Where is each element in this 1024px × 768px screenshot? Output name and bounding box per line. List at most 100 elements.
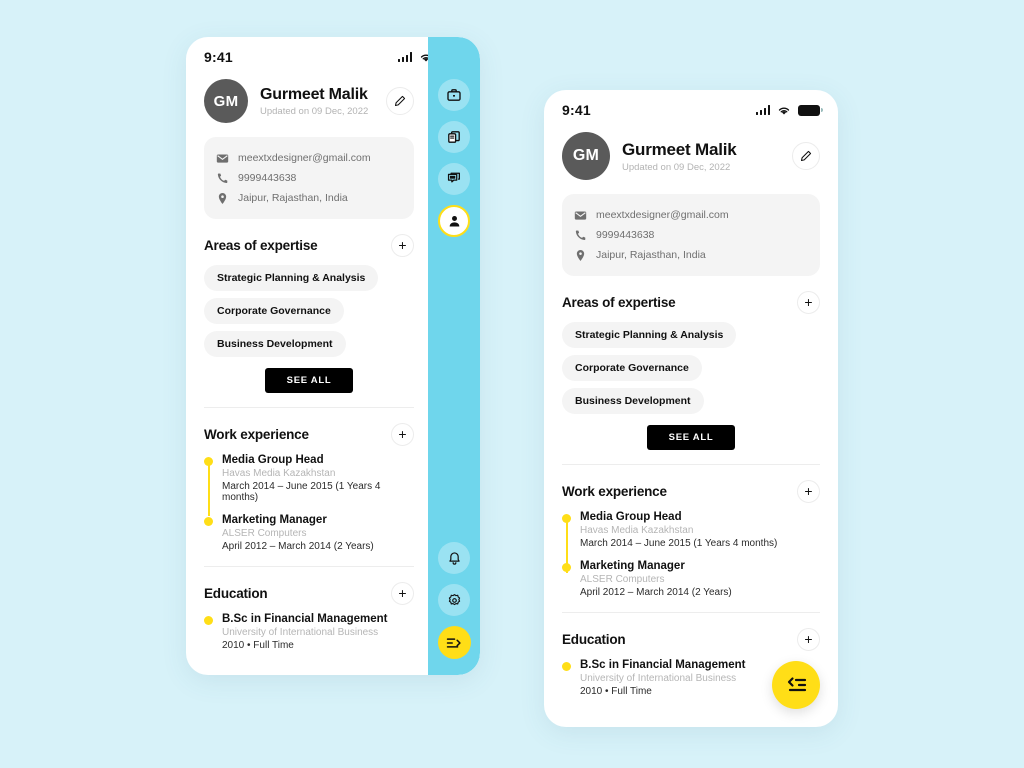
section-header-work: Work experience + — [204, 423, 414, 446]
contact-row-location[interactable]: Jaipur, Rajasthan, India — [216, 188, 402, 208]
sidebar-item-profile[interactable] — [438, 205, 470, 237]
section-header-expertise: Areas of expertise + — [562, 291, 820, 314]
add-work-button[interactable]: + — [391, 423, 414, 446]
education-degree: B.Sc in Financial Management — [222, 613, 388, 625]
expertise-chip-list: Strategic Planning & Analysis Corporate … — [562, 322, 820, 421]
collapse-sidebar-fab[interactable] — [772, 661, 820, 709]
see-all-button[interactable]: SEE ALL — [264, 368, 354, 393]
section-title-work: Work experience — [562, 484, 667, 499]
contact-email: meextxdesigner@gmail.com — [596, 209, 729, 221]
canvas: 9:41 GM Gurmeet Malik Updated on 09 Dec,… — [0, 0, 1024, 768]
chat-bubble-icon — [447, 172, 460, 183]
work-period: April 2012 – March 2014 (2 Years) — [580, 587, 732, 598]
expertise-chip[interactable]: Strategic Planning & Analysis — [204, 265, 379, 291]
work-company: Havas Media Kazakhstan — [580, 525, 694, 536]
expertise-chip[interactable]: Strategic Planning & Analysis — [562, 322, 737, 348]
section-header-work: Work experience + — [562, 480, 820, 503]
phone-icon — [217, 172, 228, 183]
work-role: Marketing Manager — [580, 560, 685, 572]
sidebar-item-jobs[interactable] — [438, 79, 470, 111]
work-company: ALSER Computers — [222, 528, 307, 539]
timeline-dot — [562, 514, 571, 523]
sidebar-item-messages[interactable] — [438, 163, 470, 195]
timeline-dot — [562, 563, 571, 572]
screen-content-right: GM Gurmeet Malik Updated on 09 Dec, 2022 — [544, 122, 838, 697]
education-school: University of International Business — [222, 627, 379, 638]
pencil-icon — [800, 150, 812, 162]
contact-phone: 9999443638 — [596, 229, 655, 241]
signal-bars-icon — [755, 105, 770, 115]
status-time: 9:41 — [562, 102, 591, 118]
work-role: Media Group Head — [580, 511, 682, 523]
education-timeline: B.Sc in Financial Management University … — [204, 613, 414, 651]
section-title-education: Education — [562, 632, 626, 647]
collapse-menu-left-icon — [787, 677, 807, 692]
expertise-chip[interactable]: Corporate Governance — [204, 298, 344, 324]
section-title-education: Education — [204, 586, 268, 601]
sidebar-item-documents[interactable] — [438, 121, 470, 153]
battery-full-icon — [798, 104, 823, 116]
edit-profile-button[interactable] — [386, 87, 414, 115]
section-title-expertise: Areas of expertise — [562, 295, 676, 310]
profile-header: GM Gurmeet Malik Updated on 09 Dec, 2022 — [562, 122, 820, 182]
sidebar-item-settings[interactable] — [438, 584, 470, 616]
add-work-button[interactable]: + — [797, 480, 820, 503]
work-entry[interactable]: Media Group Head Havas Media Kazakhstan … — [562, 511, 820, 549]
pin-icon — [576, 249, 585, 261]
expertise-chip-list: Strategic Planning & Analysis Corporate … — [204, 265, 414, 364]
work-role: Marketing Manager — [222, 514, 327, 526]
add-expertise-button[interactable]: + — [797, 291, 820, 314]
documents-copy-icon — [448, 131, 460, 143]
pin-icon — [218, 192, 227, 204]
wifi-icon — [778, 107, 790, 115]
divider — [204, 407, 414, 408]
contact-phone: 9999443638 — [238, 172, 297, 184]
expertise-chip[interactable]: Corporate Governance — [562, 355, 702, 381]
expand-menu-right-icon — [446, 637, 461, 648]
add-education-button[interactable]: + — [391, 582, 414, 605]
add-education-button[interactable]: + — [797, 628, 820, 651]
profile-header: GM Gurmeet Malik Updated on 09 Dec, 2022 — [204, 69, 414, 125]
phone-mockup-right: 9:41 GM Gurmeet Malik Updated on 09 Dec,… — [544, 90, 838, 727]
contact-row-location[interactable]: Jaipur, Rajasthan, India — [574, 245, 808, 265]
work-entry[interactable]: Marketing Manager ALSER Computers April … — [204, 514, 414, 552]
expertise-chip[interactable]: Business Development — [204, 331, 346, 357]
timeline-connector — [207, 460, 210, 516]
phone-icon — [575, 229, 586, 240]
page-title: Gurmeet Malik — [260, 85, 368, 103]
divider — [204, 566, 414, 567]
contact-row-email[interactable]: meextxdesigner@gmail.com — [574, 205, 808, 225]
work-period: March 2014 – June 2015 (1 Years 4 months… — [580, 538, 778, 549]
work-company: ALSER Computers — [580, 574, 665, 585]
work-entry[interactable]: Media Group Head Havas Media Kazakhstan … — [204, 454, 414, 503]
person-icon — [449, 215, 459, 226]
sidebar-rail — [428, 37, 480, 675]
section-title-work: Work experience — [204, 427, 309, 442]
contact-row-email[interactable]: meextxdesigner@gmail.com — [216, 148, 402, 168]
profile-updated: Updated on 09 Dec, 2022 — [260, 105, 369, 117]
contact-row-phone[interactable]: 9999443638 — [216, 168, 402, 188]
divider — [562, 612, 820, 613]
education-period: 2010 • Full Time — [222, 640, 294, 651]
timeline-dot — [204, 517, 213, 526]
work-timeline: Media Group Head Havas Media Kazakhstan … — [204, 454, 414, 552]
gear-icon — [448, 593, 460, 605]
expertise-chip[interactable]: Business Development — [562, 388, 704, 414]
contact-card: meextxdesigner@gmail.com 9999443638 Jaip… — [562, 194, 820, 276]
education-entry[interactable]: B.Sc in Financial Management University … — [204, 613, 414, 651]
edit-profile-button[interactable] — [792, 142, 820, 170]
sidebar-item-notifications[interactable] — [438, 542, 470, 574]
contact-row-phone[interactable]: 9999443638 — [574, 225, 808, 245]
phone-mockup-left: 9:41 GM Gurmeet Malik Updated on 09 Dec,… — [186, 37, 480, 675]
work-timeline: Media Group Head Havas Media Kazakhstan … — [562, 511, 820, 598]
see-all-button[interactable]: SEE ALL — [646, 425, 736, 450]
mail-icon — [216, 153, 229, 163]
add-expertise-button[interactable]: + — [391, 234, 414, 257]
mail-icon — [574, 210, 587, 220]
page-title: Gurmeet Malik — [622, 139, 737, 159]
work-entry[interactable]: Marketing Manager ALSER Computers April … — [562, 560, 820, 598]
divider — [562, 464, 820, 465]
avatar: GM — [562, 132, 610, 180]
expand-sidebar-fab[interactable] — [437, 626, 471, 659]
contact-location: Jaipur, Rajasthan, India — [596, 249, 706, 261]
